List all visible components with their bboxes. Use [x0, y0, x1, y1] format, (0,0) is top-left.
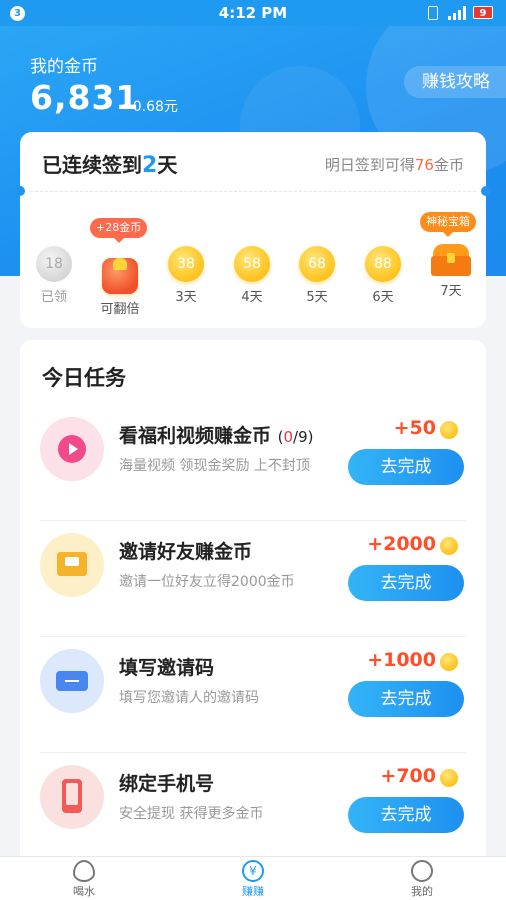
task-title: 看福利视频赚金币 (0/9) [119, 425, 314, 447]
checkin-day-6: 88 6天 [353, 246, 413, 305]
task-item: 看福利视频赚金币 (0/9) 海量视频 领现金奖励 上不封顶 +50 去完成 [20, 405, 486, 521]
task-description: 安全提现 获得更多金币 [119, 806, 264, 822]
checkin-day-2[interactable]: 可翻倍 [90, 246, 150, 317]
task-reward: +700 [380, 765, 436, 787]
coin-icon [440, 537, 458, 555]
coin-icon: 58 [234, 246, 270, 282]
play-icon [58, 435, 86, 463]
coin-icon [440, 421, 458, 439]
tab-mine[interactable]: 我的 [392, 860, 452, 899]
envelope-icon [57, 552, 87, 576]
day-label: 4天 [241, 290, 263, 305]
tasks-heading: 今日任务 [42, 366, 126, 390]
checkin-streak-title: 已连续签到2天 [42, 153, 178, 178]
day-label: 5天 [306, 290, 328, 305]
tab-water[interactable]: 喝水 [54, 860, 114, 899]
day-label: 7天 [440, 284, 462, 299]
task-reward: +1000 [367, 649, 436, 671]
bottom-tab-bar: 喝水 ¥ 赚赚 我的 [0, 856, 506, 900]
coin-title: 我的金币 [30, 57, 98, 77]
tab-label: 我的 [411, 885, 433, 898]
task-icon-bg [40, 533, 104, 597]
checkin-day-1: 18 已领 [24, 246, 84, 305]
task-go-button[interactable]: 去完成 [348, 565, 464, 601]
treasure-chest-icon[interactable] [430, 242, 472, 276]
task-icon-bg [40, 649, 104, 713]
task-title: 填写邀请码 [119, 657, 215, 679]
water-drop-icon [73, 860, 95, 882]
coin-icon [440, 653, 458, 671]
coin-icon: 88 [365, 246, 401, 282]
ticket-icon [56, 671, 88, 691]
task-item: 填写邀请码 填写您邀请人的邀请码 +1000 去完成 [20, 637, 486, 753]
card-notch [481, 186, 491, 196]
yuan-coin-icon: ¥ [242, 860, 264, 882]
coin-icon: 18 [36, 246, 72, 282]
signal-icon [448, 6, 466, 20]
battery-icon: 9 [473, 6, 493, 19]
divider [30, 191, 476, 192]
day-label: 6天 [372, 290, 394, 305]
tomorrow-coins: 76 [414, 156, 434, 174]
earn-guide-button[interactable]: 赚钱攻略 [404, 66, 506, 98]
checkin-day-5: 68 5天 [287, 246, 347, 305]
card-notch [15, 186, 25, 196]
task-item: 邀请好友赚金币 邀请一位好友立得2000金币 +2000 去完成 [20, 521, 486, 637]
coin-cash-value: ≈0.68元 [121, 99, 178, 115]
day-label: 已领 [40, 290, 67, 305]
red-envelope-icon[interactable] [102, 258, 138, 294]
mystery-chest-tag: 神秘宝箱 [420, 212, 476, 237]
double-bonus-tag: +28金币 [90, 218, 148, 243]
task-reward: +50 [393, 417, 436, 439]
coin-icon [440, 769, 458, 787]
checkin-day-7[interactable]: 7天 [421, 242, 481, 299]
checkin-card: 已连续签到2天 明日签到可得76金币 +28金币 神秘宝箱 18 已领 可翻倍 … [15, 132, 491, 328]
status-bar: 3 4:12 PM 9 [0, 0, 506, 26]
day-label: 可翻倍 [100, 302, 140, 317]
checkin-tomorrow-tip: 明日签到可得76金币 [324, 156, 464, 174]
task-go-button[interactable]: 去完成 [348, 449, 464, 485]
tab-label: 喝水 [73, 885, 95, 898]
checkin-day-4: 58 4天 [222, 246, 282, 305]
coin-icon: 38 [168, 246, 204, 282]
task-item: 绑定手机号 安全提现 获得更多金币 +700 去完成 [20, 753, 486, 869]
task-description: 海量视频 领现金奖励 上不封顶 [119, 458, 310, 474]
user-icon [411, 860, 433, 882]
checkin-day-3: 38 3天 [156, 246, 216, 305]
task-title: 绑定手机号 [119, 773, 215, 795]
task-description: 填写您邀请人的邀请码 [119, 690, 259, 706]
task-icon-bg [40, 765, 104, 829]
vibrate-icon [428, 6, 438, 20]
task-description: 邀请一位好友立得2000金币 [119, 574, 295, 590]
tab-label: 赚赚 [242, 885, 264, 898]
task-title: 邀请好友赚金币 [119, 541, 253, 563]
task-reward: +2000 [367, 533, 436, 555]
task-go-button[interactable]: 去完成 [348, 797, 464, 833]
task-icon-bg [40, 417, 104, 481]
task-progress: (0/9) [277, 428, 314, 446]
phone-icon [62, 779, 82, 813]
tab-earn[interactable]: ¥ 赚赚 [223, 860, 283, 899]
coin-icon: 68 [299, 246, 335, 282]
daily-tasks-card: 今日任务 看福利视频赚金币 (0/9) 海量视频 领现金奖励 上不封顶 +50 … [20, 340, 486, 880]
streak-days: 2 [142, 153, 158, 178]
day-label: 3天 [175, 290, 197, 305]
task-go-button[interactable]: 去完成 [348, 681, 464, 717]
